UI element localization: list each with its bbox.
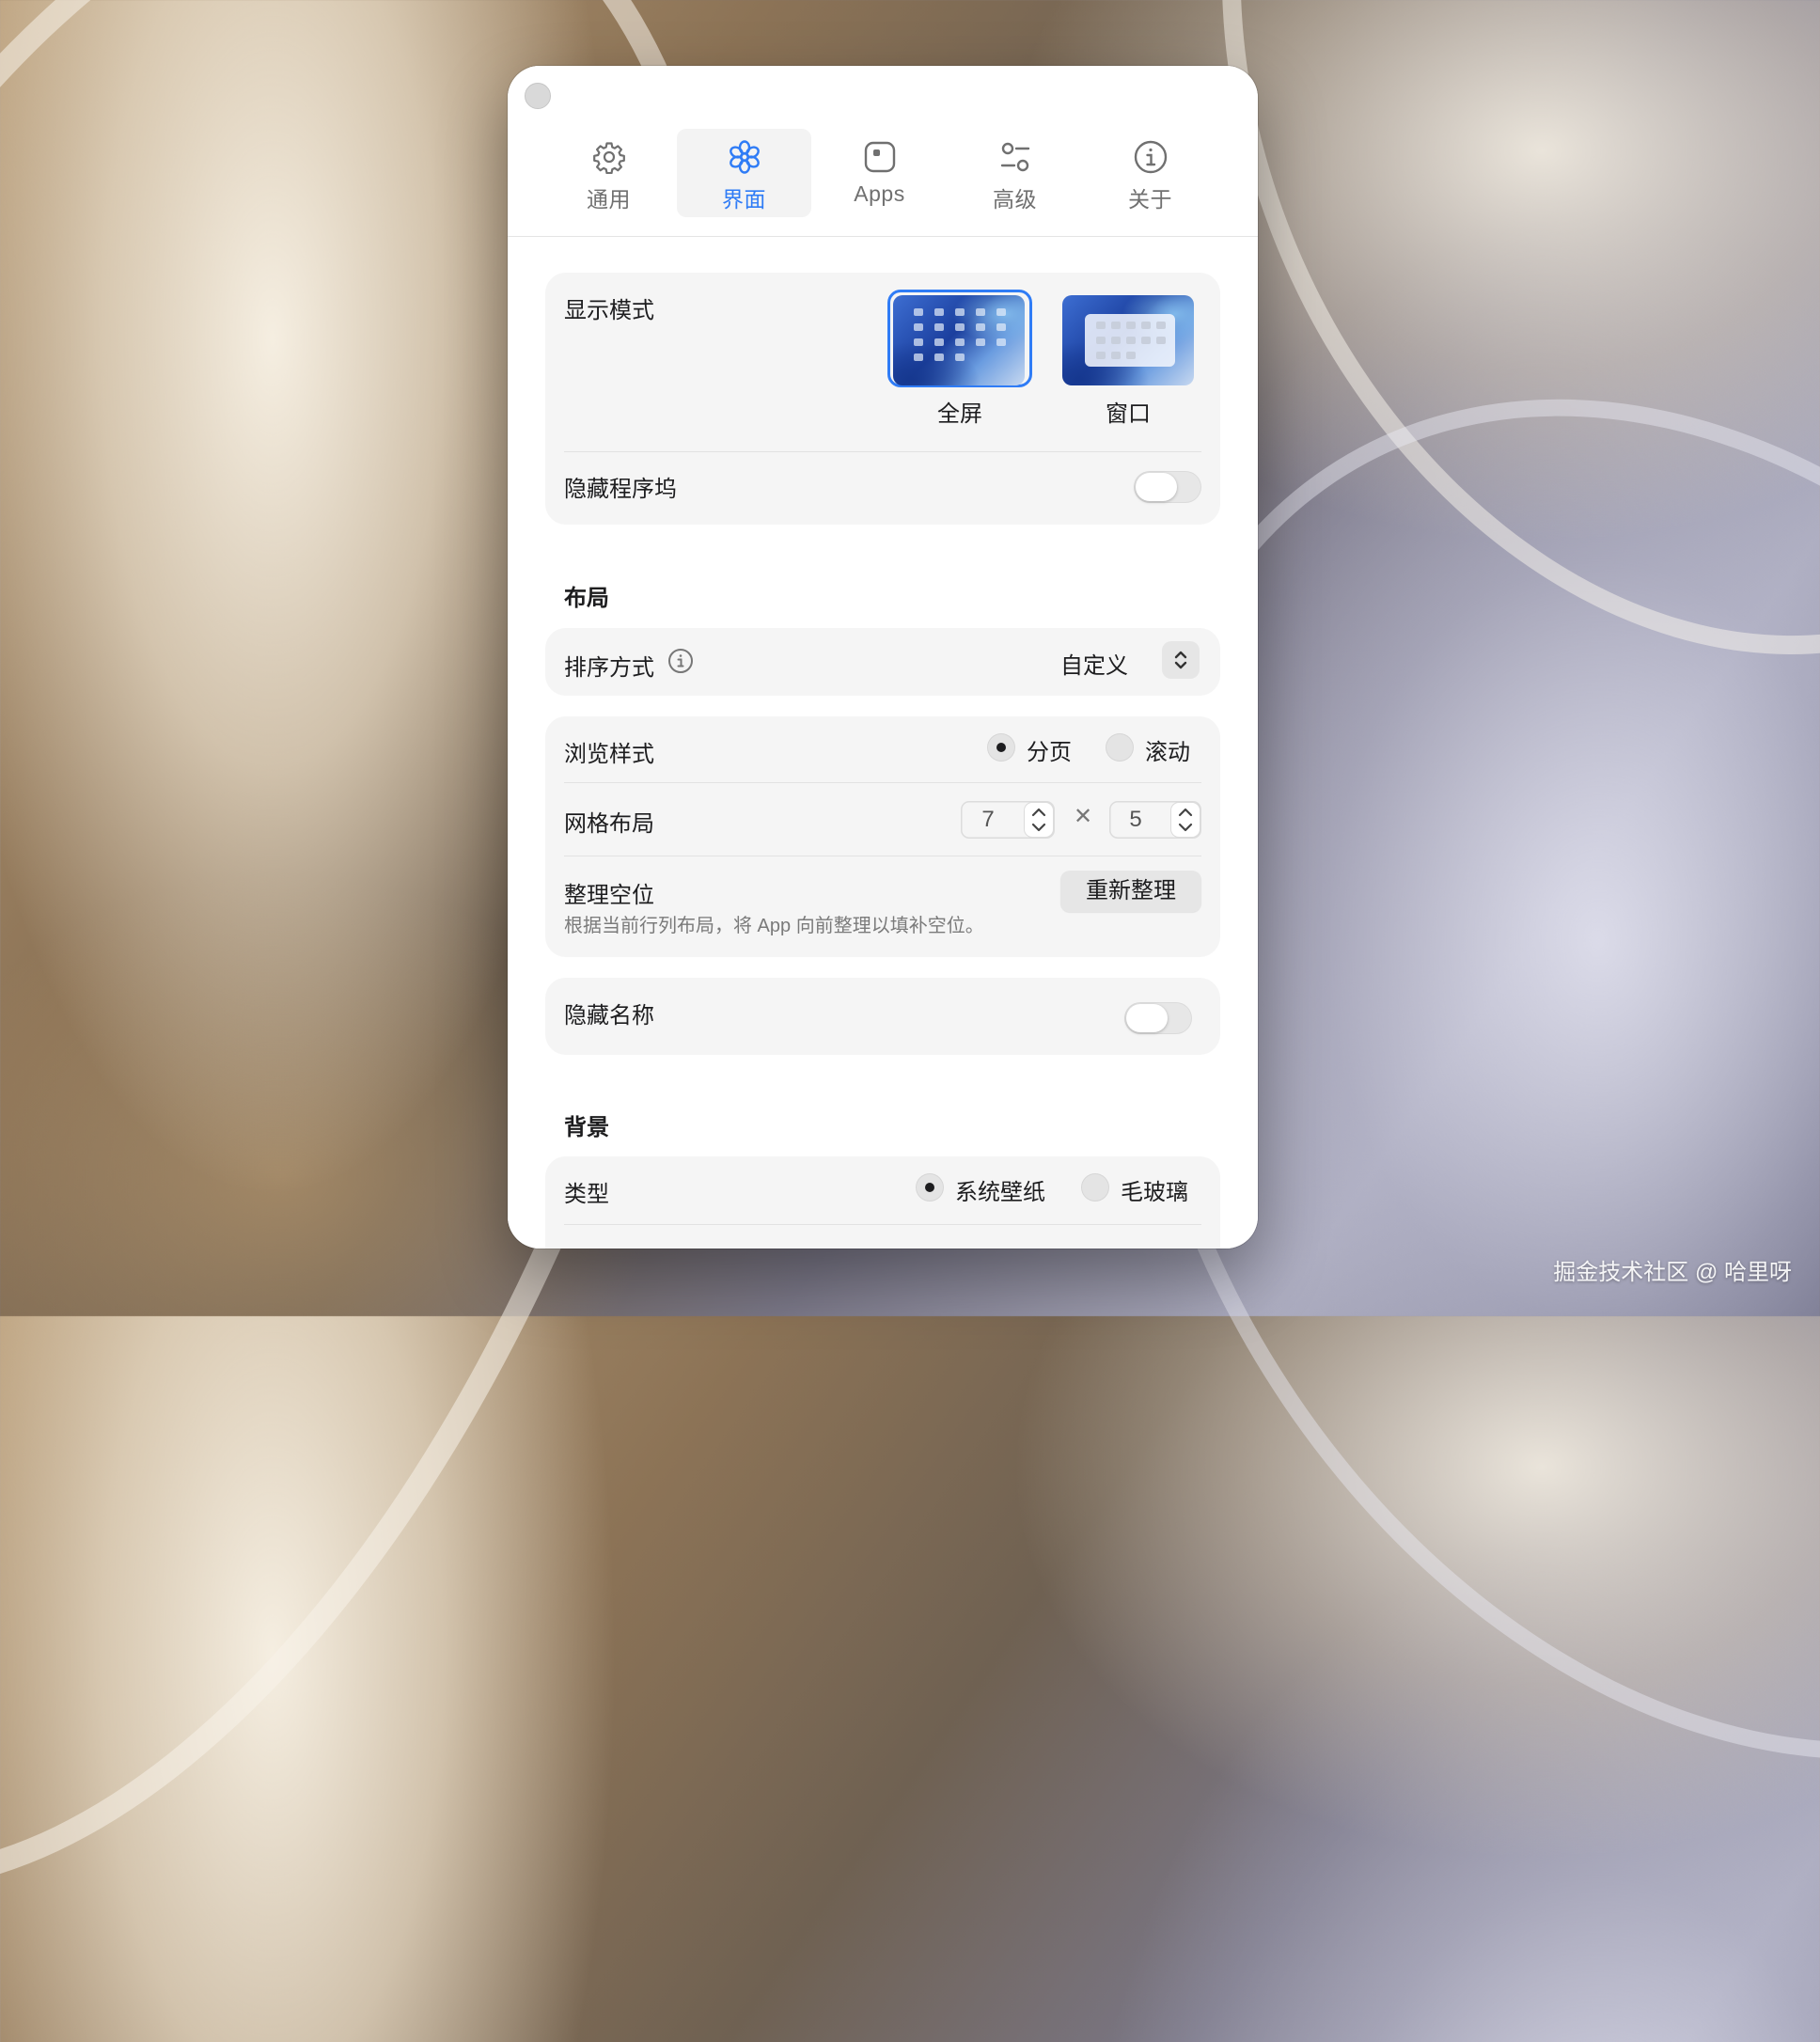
radio-frosted-glass-label: 毛玻璃 <box>1121 1180 1188 1205</box>
tidy-label: 整理空位 <box>564 883 654 908</box>
window-label: 窗口 <box>1106 401 1151 427</box>
tidy-button[interactable]: 重新整理 <box>1060 871 1201 912</box>
sort-card: 排序方式 自定义 <box>545 628 1220 696</box>
app-square-icon <box>861 138 899 176</box>
sliders-icon <box>996 138 1034 176</box>
bg-type-label: 类型 <box>564 1182 609 1207</box>
grid-layout-label: 网格布局 <box>564 811 654 837</box>
tab-general[interactable]: 通用 <box>541 129 676 217</box>
tab-label: 界面 <box>722 187 766 212</box>
chevron-updown-icon <box>1169 649 1192 671</box>
grid-columns-stepper[interactable]: 7 <box>961 801 1055 839</box>
radio-scroll-label: 滚动 <box>1145 740 1190 765</box>
stepper-up-down-icon <box>1178 808 1193 832</box>
gear-icon <box>590 138 628 176</box>
hide-dock-toggle[interactable] <box>1134 471 1201 503</box>
display-card: 显示模式 全屏 窗口 隐藏程序坞 <box>545 273 1220 525</box>
hide-names-card: 隐藏名称 <box>545 978 1220 1055</box>
divider <box>564 782 1201 783</box>
tab-label: 关于 <box>1128 187 1172 212</box>
toolbar: 通用 界面 Apps 高级 关于 <box>508 66 1258 237</box>
hide-names-label: 隐藏名称 <box>564 1003 654 1029</box>
grid-rows-stepper[interactable]: 5 <box>1109 801 1201 839</box>
window-thumbnail[interactable] <box>1062 295 1194 385</box>
radio-frosted-glass[interactable] <box>1081 1173 1109 1202</box>
tab-apps[interactable]: Apps <box>812 129 947 217</box>
layout-section-title: 布局 <box>564 586 609 611</box>
browse-grid-card: 浏览样式 分页 滚动 网格布局 7 ✕ 5 整理空位 根据当前行列布局，将 Ap… <box>545 716 1220 957</box>
divider <box>564 451 1201 452</box>
watermark: 掘金技术社区 @ 哈里呀 <box>1553 1260 1792 1285</box>
radio-system-wallpaper-label: 系统壁纸 <box>955 1180 1045 1205</box>
sort-label: 排序方式 <box>564 655 654 681</box>
tab-advanced[interactable]: 高级 <box>948 129 1082 217</box>
radio-paged[interactable] <box>987 733 1015 762</box>
tab-label: 高级 <box>993 187 1037 212</box>
window-preview-panel <box>1085 314 1175 367</box>
sort-popup-chevrons[interactable] <box>1162 641 1200 679</box>
flower-icon <box>726 138 763 176</box>
divider <box>564 1224 1201 1225</box>
settings-content: 显示模式 全屏 窗口 隐藏程序坞 布局 排序方式 自定义 浏览样式 分页 滚动 … <box>508 237 1258 1249</box>
stepper-up-down-icon <box>1031 808 1046 832</box>
hide-dock-label: 隐藏程序坞 <box>564 477 677 502</box>
display-mode-label: 显示模式 <box>564 298 654 323</box>
stepper-arrows[interactable] <box>1171 803 1200 837</box>
background-section-title: 背景 <box>564 1115 609 1140</box>
tab-label: Apps <box>854 181 905 206</box>
tab-interface[interactable]: 界面 <box>677 129 811 217</box>
browse-style-label: 浏览样式 <box>564 742 654 767</box>
settings-window: 通用 界面 Apps 高级 关于 显示模式 全屏 窗口 隐藏程序坞 布局 排序方… <box>508 66 1258 1249</box>
info-icon <box>1132 138 1169 176</box>
stepper-arrows[interactable] <box>1025 803 1053 837</box>
close-button[interactable] <box>525 83 551 109</box>
fullscreen-label: 全屏 <box>937 401 982 427</box>
grid-columns-value: 7 <box>981 807 995 832</box>
hide-names-toggle[interactable] <box>1124 1002 1192 1034</box>
grid-times-icon: ✕ <box>1074 804 1093 829</box>
grid-rows-value: 5 <box>1129 807 1142 832</box>
tidy-description: 根据当前行列布局，将 App 向前整理以填补空位。 <box>564 916 984 936</box>
radio-paged-label: 分页 <box>1027 740 1072 765</box>
radio-system-wallpaper[interactable] <box>916 1173 944 1202</box>
fullscreen-thumbnail[interactable] <box>893 295 1025 385</box>
tab-about[interactable]: 关于 <box>1083 129 1217 217</box>
sort-value[interactable]: 自定义 <box>1060 647 1128 680</box>
tab-label: 通用 <box>587 187 631 212</box>
background-card: 类型 系统壁纸 毛玻璃 <box>545 1156 1220 1249</box>
info-icon[interactable] <box>667 648 694 674</box>
radio-scroll[interactable] <box>1106 733 1134 762</box>
